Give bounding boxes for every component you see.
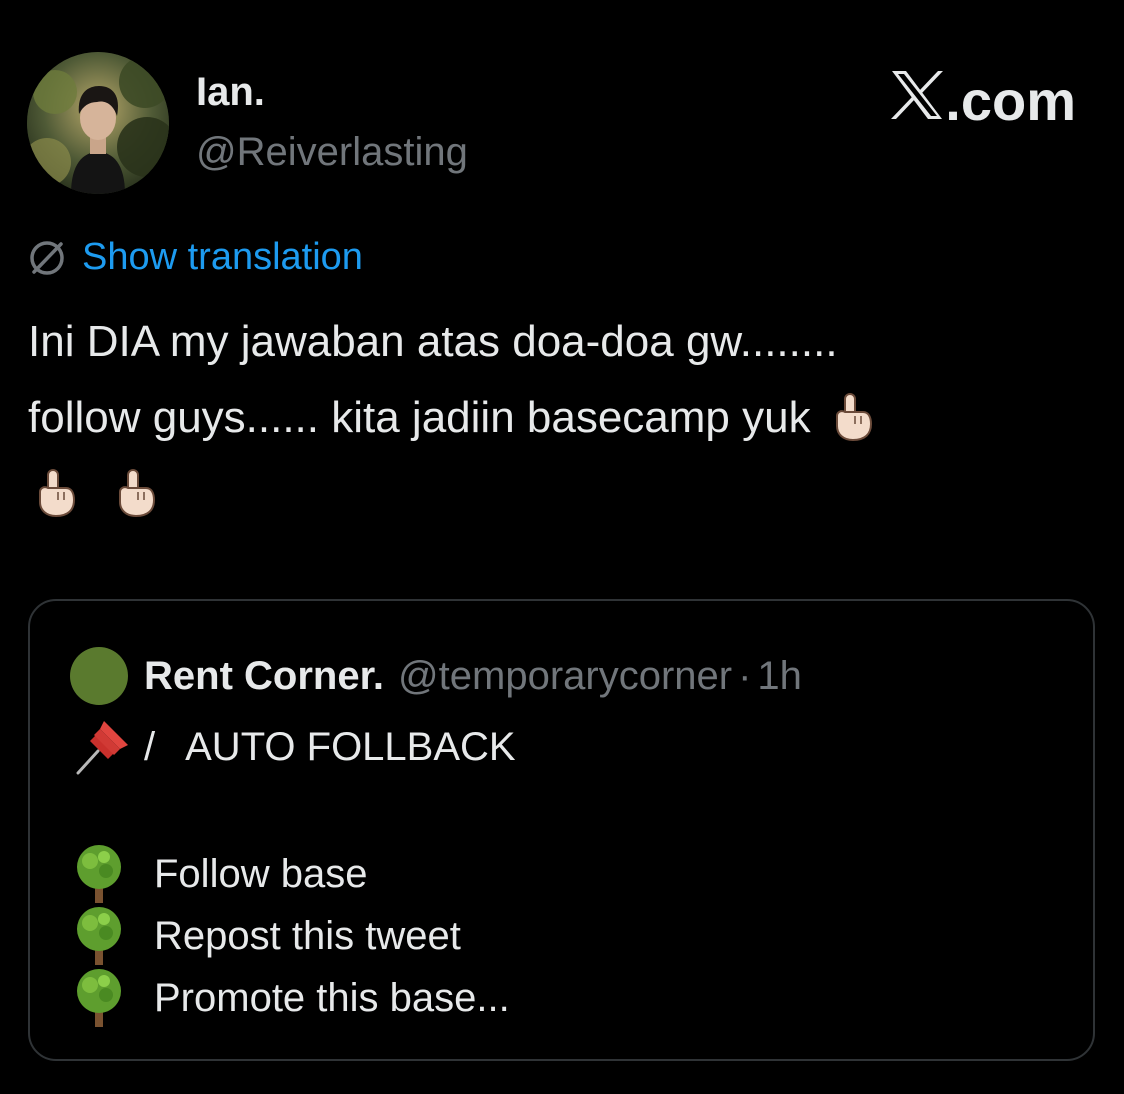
globe-icon [30, 240, 64, 275]
list-item: Promote this base... [70, 967, 510, 1029]
index-pointing-up-icon [119, 469, 156, 518]
list-item-text: Repost this tweet [154, 913, 461, 958]
quoted-author-name[interactable]: Rent Corner. [144, 654, 384, 699]
list-item-text: Promote this base... [154, 975, 510, 1020]
tree-icon [77, 969, 121, 1027]
quoted-tweet-card[interactable]: Rent Corner. @temporarycorner · 1h / AUT… [28, 599, 1095, 1061]
list-item-text: Follow base [154, 851, 368, 896]
x-logo-icon [891, 71, 944, 119]
quoted-tweet-time[interactable]: 1h [757, 654, 802, 699]
site-brand: .com [890, 70, 1076, 129]
tweet-text: Ini DIA my jawaban atas doa-doa gw......… [28, 304, 1088, 532]
author-handle[interactable]: @Reiverlasting [196, 130, 468, 174]
list-item: Follow base [70, 843, 367, 905]
quoted-tweet-title-text: AUTO FOLLBACK [185, 724, 516, 769]
author-avatar[interactable] [27, 52, 169, 194]
title-separator: / [144, 724, 156, 769]
time-separator: · [738, 653, 752, 698]
author-display-name[interactable]: Ian. [196, 70, 265, 114]
quoted-tweet-header: Rent Corner. @temporarycorner · 1h [70, 647, 802, 705]
quoted-tweet-title: / AUTO FOLLBACK [70, 715, 516, 779]
site-domain-suffix: .com [945, 69, 1076, 132]
tweet-line-1: Ini DIA my jawaban atas doa-doa gw......… [28, 317, 838, 366]
tweet-line-2: follow guys...... kita jadiin basecamp y… [28, 393, 811, 442]
pushpin-icon [76, 721, 128, 775]
tree-icon [77, 907, 121, 965]
translation-row: Show translation [28, 236, 363, 279]
quoted-author-handle[interactable]: @temporarycorner [398, 654, 732, 699]
quoted-author-avatar[interactable] [70, 647, 128, 705]
tree-icon [77, 845, 121, 903]
avatar-photo [27, 52, 169, 194]
index-pointing-up-icon [835, 393, 872, 442]
index-pointing-up-icon [39, 469, 76, 518]
list-item: Repost this tweet [70, 905, 461, 967]
show-translation-link[interactable]: Show translation [82, 236, 363, 279]
